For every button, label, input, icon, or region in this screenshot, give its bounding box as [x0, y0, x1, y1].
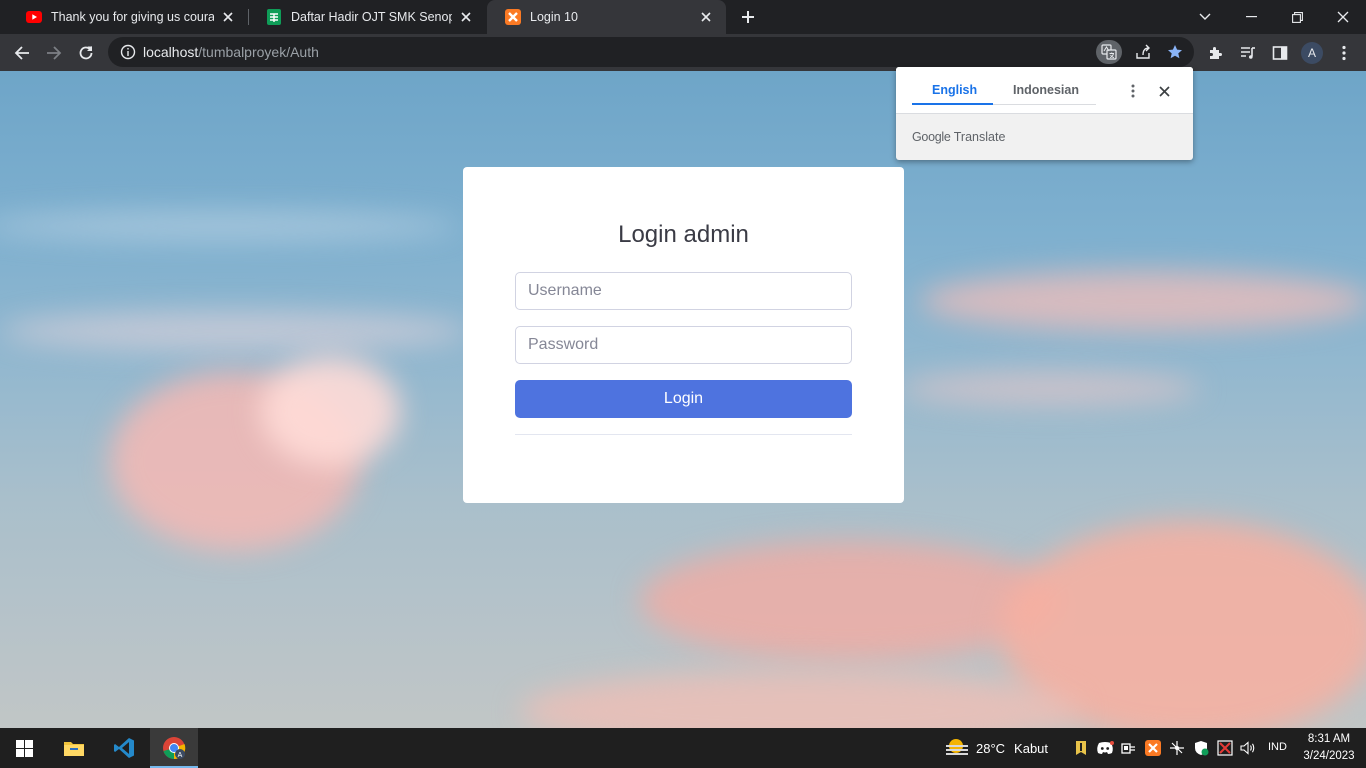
tab-title: Login 10	[530, 10, 578, 24]
translate-attribution: Google Translate	[912, 130, 1005, 144]
restore-button[interactable]	[1274, 0, 1320, 34]
security-shield-icon[interactable]	[1191, 738, 1211, 758]
vscode-icon[interactable]	[100, 728, 148, 768]
password-input[interactable]	[515, 326, 852, 364]
background-cloud	[900, 371, 1200, 406]
tab-english[interactable]: English	[932, 83, 977, 97]
tab-title: Daftar Hadir OJT SMK Senopati A	[291, 10, 452, 24]
svg-text:A: A	[178, 752, 183, 759]
forward-button[interactable]	[39, 38, 69, 68]
windows-start-icon[interactable]	[0, 728, 48, 768]
tray-app-icon[interactable]	[1071, 738, 1091, 758]
browser-toolbar: localhost/tumbalproyek/Auth A	[0, 34, 1366, 71]
translate-popup: English Indonesian Google Translate	[896, 67, 1193, 160]
translate-close-icon[interactable]	[1154, 81, 1174, 101]
youtube-icon	[26, 9, 42, 25]
tab-search-chevron-down-icon[interactable]	[1182, 0, 1228, 34]
chrome-taskbar-icon[interactable]: A	[150, 728, 198, 768]
file-explorer-icon[interactable]	[50, 728, 98, 768]
translate-popup-header: English Indonesian	[896, 67, 1193, 114]
username-input[interactable]	[515, 272, 852, 310]
profile-avatar[interactable]: A	[1301, 42, 1323, 64]
taskbar-clock[interactable]: 8:31 AM 3/24/2023	[1300, 731, 1358, 765]
clock-time: 8:31 AM	[1307, 733, 1351, 745]
background-cloud	[0, 211, 460, 241]
background-cloud	[520, 671, 1080, 728]
menu-kebab-icon[interactable]	[1331, 40, 1357, 66]
clock-date: 3/24/2023	[1303, 750, 1355, 762]
tab-close-icon[interactable]	[220, 9, 236, 25]
arrow-right-icon	[47, 46, 62, 60]
xampp-tray-icon[interactable]	[1143, 738, 1163, 758]
background-cloud	[0, 311, 470, 351]
page-viewport: Login admin Login	[0, 71, 1366, 728]
weather-temperature: 28°C	[976, 740, 1006, 756]
browser-tab-strip: Thank you for giving us courage, Daftar …	[0, 0, 1366, 34]
volume-icon[interactable]	[1238, 738, 1258, 758]
background-cloud	[920, 271, 1366, 331]
translate-options-kebab-icon[interactable]	[1123, 81, 1143, 101]
tab-sheets[interactable]: Daftar Hadir OJT SMK Senopati A	[248, 0, 486, 34]
xampp-icon	[505, 9, 521, 25]
minimize-button[interactable]	[1228, 0, 1274, 34]
tab-login[interactable]: Login 10	[487, 0, 726, 34]
info-icon[interactable]	[120, 44, 136, 60]
background-cloud	[260, 356, 400, 466]
windows-taskbar: A 28°C Kabut IND 8:31 AM 3/24/2023	[0, 728, 1366, 768]
network-adapter-icon[interactable]	[1119, 738, 1139, 758]
google-sheets-icon	[266, 9, 282, 25]
background-cloud	[640, 541, 1060, 661]
side-panel-icon[interactable]	[1267, 40, 1293, 66]
tab-youtube[interactable]: Thank you for giving us courage,	[8, 0, 248, 34]
tab-close-icon[interactable]	[698, 9, 714, 25]
network-share-icon[interactable]	[1167, 738, 1187, 758]
share-icon[interactable]	[1130, 40, 1156, 64]
reload-button[interactable]	[71, 38, 101, 68]
arrow-left-icon	[14, 46, 29, 60]
page-title: Login admin	[618, 221, 749, 248]
discord-icon[interactable]	[1095, 738, 1115, 758]
active-tab-indicator	[912, 103, 993, 105]
tab-baseline	[993, 104, 1096, 105]
weather-description: Kabut	[1014, 740, 1049, 756]
tab-close-icon[interactable]	[458, 9, 474, 25]
new-tab-button[interactable]	[736, 5, 760, 29]
reading-list-icon[interactable]	[1235, 40, 1261, 66]
bookmark-star-icon[interactable]	[1162, 40, 1188, 64]
tab-title: Thank you for giving us courage,	[51, 10, 214, 24]
google-logo: Google	[912, 130, 951, 144]
network-disconnected-icon[interactable]	[1215, 738, 1235, 758]
extensions-puzzle-icon[interactable]	[1203, 40, 1229, 66]
url-text[interactable]: localhost/tumbalproyek/Auth	[143, 44, 319, 60]
login-button[interactable]: Login	[515, 380, 852, 418]
google-translate-icon[interactable]	[1096, 40, 1122, 64]
reload-icon	[79, 46, 93, 60]
close-window-button[interactable]	[1320, 0, 1366, 34]
input-language-indicator[interactable]: IND	[1268, 741, 1287, 753]
address-bar[interactable]: localhost/tumbalproyek/Auth	[108, 37, 1194, 67]
login-card: Login admin Login	[463, 167, 904, 503]
back-button[interactable]	[7, 38, 37, 68]
divider	[515, 434, 852, 435]
fog-weather-icon	[946, 739, 968, 755]
translate-label: Translate	[953, 130, 1006, 144]
weather-widget[interactable]: 28°C Kabut	[944, 737, 1048, 759]
tab-indonesian[interactable]: Indonesian	[1013, 83, 1079, 97]
